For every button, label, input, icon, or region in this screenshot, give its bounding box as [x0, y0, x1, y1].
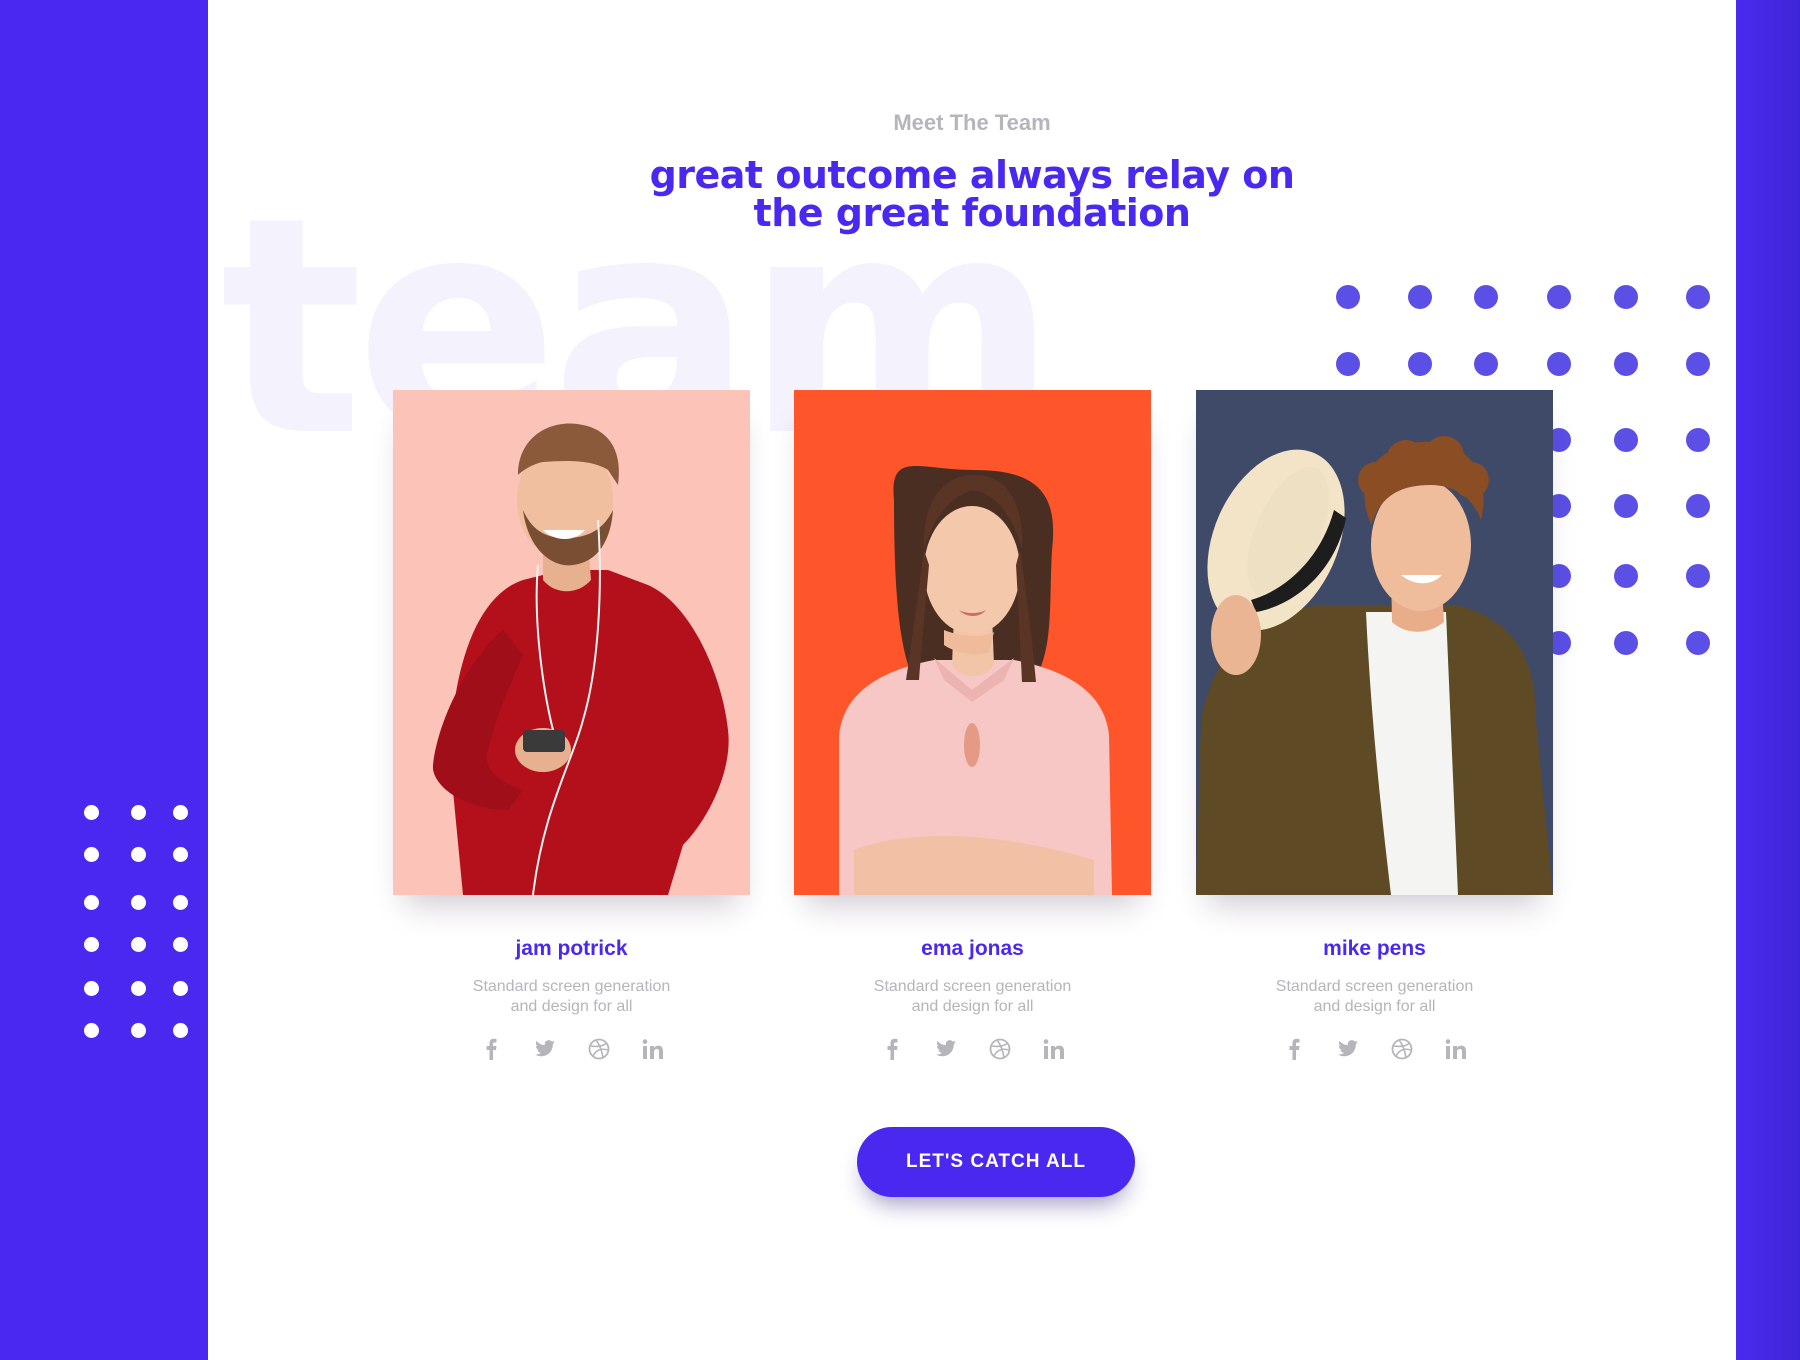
linkedin-icon[interactable] [1444, 1037, 1468, 1061]
team-card: mike pens Standard screen generation and… [1196, 390, 1553, 1063]
lets-catch-all-button[interactable]: LET'S CATCH ALL [857, 1127, 1135, 1197]
member-description-line-1: Standard screen generation [472, 978, 671, 995]
member-illustration-woman-pink-blouse [839, 466, 1112, 895]
section-headline: great outcome always relay on the great … [208, 156, 1736, 232]
member-illustration-man-hat [1196, 436, 1553, 895]
facebook-icon[interactable] [479, 1037, 503, 1061]
member-illustration-man-red-sweater [432, 423, 729, 896]
section-eyebrow: Meet The Team [893, 110, 1051, 135]
member-description: Standard screen generation and design fo… [853, 977, 1093, 1017]
facebook-icon[interactable] [880, 1037, 904, 1061]
member-name: jam potrick [515, 937, 628, 960]
headline-line-1: great outcome always relay on [649, 153, 1295, 197]
member-description: Standard screen generation and design fo… [452, 977, 692, 1017]
facebook-icon[interactable] [1282, 1037, 1306, 1061]
team-section: team Meet The Team great outcome always … [208, 0, 1736, 1360]
member-photo [794, 390, 1151, 895]
linkedin-icon[interactable] [1042, 1037, 1066, 1061]
member-description-line-2: and design for all [1313, 998, 1436, 1015]
dribbble-icon[interactable] [1390, 1037, 1414, 1061]
team-card: ema jonas Standard screen generation and… [794, 390, 1151, 1063]
team-card: jam potrick Standard screen generation a… [393, 390, 750, 1063]
member-name: mike pens [1323, 937, 1426, 960]
social-links [794, 1035, 1151, 1063]
member-description-line-2: and design for all [911, 998, 1034, 1015]
left-dot-pattern [84, 805, 194, 1041]
headline-line-2: the great foundation [753, 191, 1191, 235]
dribbble-icon[interactable] [988, 1037, 1012, 1061]
twitter-icon[interactable] [1336, 1037, 1360, 1061]
member-description-line-2: and design for all [510, 998, 633, 1015]
member-description-line-1: Standard screen generation [873, 978, 1072, 995]
social-links [1196, 1035, 1553, 1063]
member-name: ema jonas [921, 937, 1024, 960]
dribbble-icon[interactable] [587, 1037, 611, 1061]
member-photo [393, 390, 750, 896]
right-edge-strip [1736, 0, 1800, 1360]
social-links [393, 1035, 750, 1063]
member-photo [1196, 390, 1553, 895]
twitter-icon[interactable] [934, 1037, 958, 1061]
member-description: Standard screen generation and design fo… [1255, 977, 1495, 1017]
member-description-line-1: Standard screen generation [1275, 978, 1474, 995]
page-background: team Meet The Team great outcome always … [0, 0, 1800, 1360]
twitter-icon[interactable] [533, 1037, 557, 1061]
linkedin-icon[interactable] [641, 1037, 665, 1061]
